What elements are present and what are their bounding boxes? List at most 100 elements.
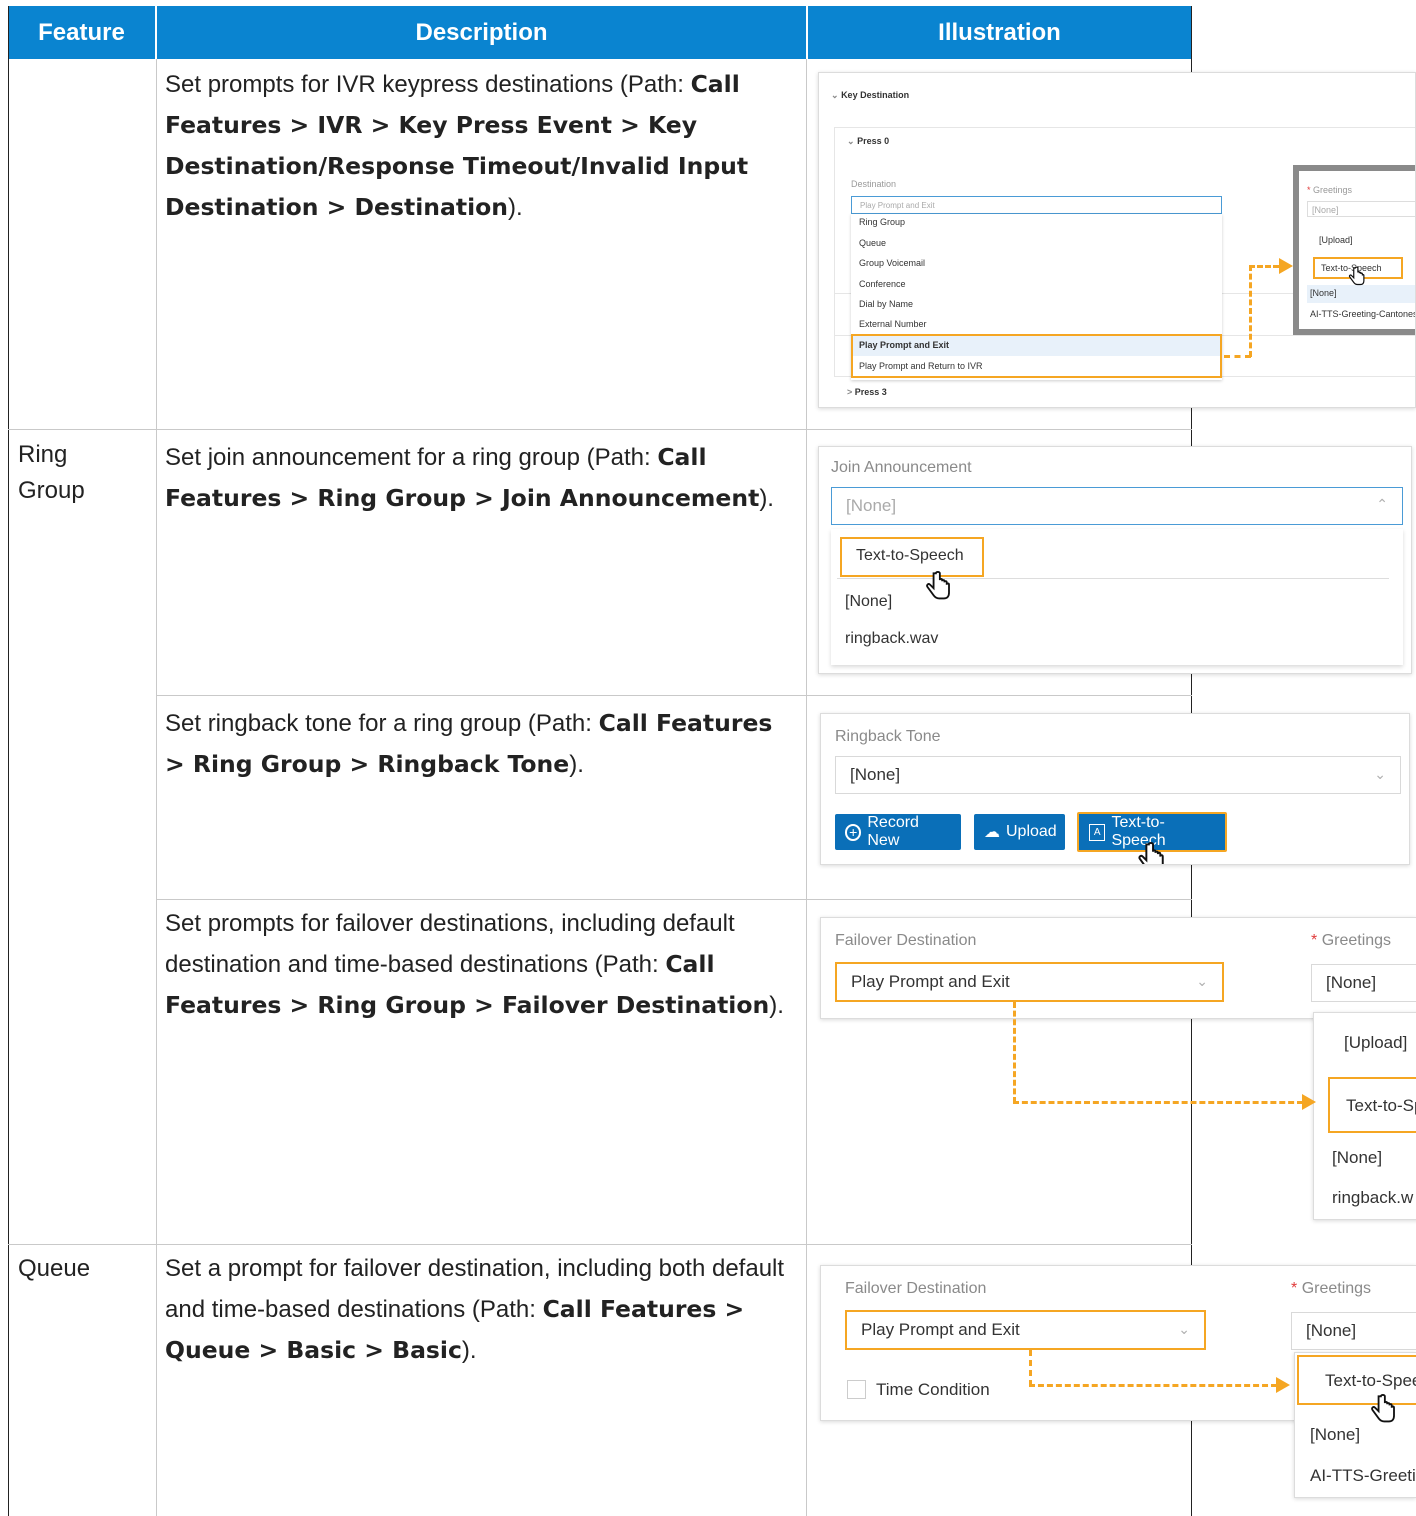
- row-divider-1: [8, 429, 1192, 430]
- dropdown-option[interactable]: Group Voicemail: [859, 258, 925, 268]
- greetings-select[interactable]: [None]: [1311, 964, 1416, 1002]
- arrow-right-icon: [1279, 258, 1293, 274]
- dropdown-option[interactable]: Dial by Name: [859, 299, 913, 309]
- greetings-label: * Greetings: [1307, 185, 1353, 195]
- desc-text: ).: [569, 751, 584, 778]
- desc-text: Set prompts for failover destinations, i…: [165, 910, 735, 978]
- dropdown-option-selected[interactable]: Play Prompt and Exit Play Prompt and Ret…: [851, 334, 1222, 378]
- hand-cursor-icon: [926, 571, 950, 600]
- description-ringback-tone: Set ringback tone for a ring group (Path…: [165, 703, 790, 785]
- greetings-select[interactable]: [None]: [1307, 201, 1415, 217]
- feature-ring-group: Ring Group: [18, 441, 85, 504]
- option-none[interactable]: [None]: [1310, 1425, 1360, 1445]
- translate-icon: A: [1089, 823, 1106, 841]
- press3-label: Press 3: [854, 387, 887, 397]
- record-new-button[interactable]: + Record New: [835, 814, 961, 850]
- time-condition-label: Time Condition: [876, 1380, 990, 1399]
- feature-queue: Queue: [18, 1255, 91, 1282]
- greetings-value: [None]: [1312, 205, 1339, 215]
- destination-value: Play Prompt and Exit: [860, 201, 935, 210]
- failover-destination-label: Failover Destination: [845, 1280, 987, 1297]
- rg-greetings-dropdown: [Upload] Text-to-Sp [None] ringback.w: [1313, 1012, 1416, 1220]
- table-left-border: [8, 6, 9, 1516]
- option-upload[interactable]: [Upload]: [1344, 1033, 1407, 1053]
- failover-destination-value: Play Prompt and Exit: [851, 972, 1010, 991]
- column-divider-1: [156, 59, 157, 1516]
- dropdown-option[interactable]: External Number: [859, 319, 927, 329]
- chevron-down-icon: ⌄: [831, 90, 839, 100]
- press0-label: Press 0: [857, 136, 890, 146]
- ringback-tone-value: [None]: [850, 765, 901, 784]
- chevron-down-icon: ⌄: [1178, 1321, 1190, 1337]
- failover-destination-label: Failover Destination: [835, 932, 977, 949]
- failover-destination-select[interactable]: Play Prompt and Exit ⌄: [835, 962, 1224, 1002]
- description-rg-failover: Set prompts for failover destinations, i…: [165, 904, 790, 1026]
- join-announcement-value: [None]: [846, 496, 897, 515]
- join-announcement-select[interactable]: [None] ⌃: [831, 487, 1403, 525]
- desc-text: Set prompts for IVR keypress destination…: [165, 71, 691, 98]
- dropdown-option[interactable]: Queue: [859, 238, 886, 248]
- row-divider-2: [157, 695, 1192, 696]
- connector-line: [1224, 355, 1251, 358]
- desc-text: ).: [461, 1337, 477, 1364]
- ivr-illustration: ⌄ Key Destination ⌄ Press 0 Destination …: [818, 72, 1416, 408]
- header-description: Description: [157, 6, 806, 59]
- rg-failover-illustration: Failover Destination Play Prompt and Exi…: [820, 917, 1416, 1019]
- queue-greetings-dropdown: Text-to-Spee [None] AI-TTS-Greeti: [1294, 1352, 1416, 1498]
- option-text-to-speech[interactable]: Text-to-Spee: [1297, 1355, 1416, 1405]
- option-upload[interactable]: [Upload]: [1319, 235, 1353, 245]
- option-none[interactable]: [None]: [1332, 1148, 1382, 1168]
- option-ai-tts[interactable]: AI-TTS-Greeti: [1310, 1466, 1416, 1486]
- chevron-down-icon: ⌄: [1196, 973, 1208, 989]
- plus-circle-icon: +: [845, 823, 862, 841]
- header-feature: Feature: [8, 6, 155, 59]
- desc-text: ).: [759, 485, 774, 512]
- option-none[interactable]: [None]: [845, 593, 892, 611]
- option-ringback[interactable]: ringback.w: [1332, 1188, 1413, 1208]
- dropdown-option[interactable]: Ring Group: [859, 217, 905, 227]
- header-illustration: Illustration: [808, 6, 1191, 59]
- greetings-label: * Greetings: [1311, 932, 1392, 949]
- destination-label: Destination: [851, 179, 897, 189]
- cloud-upload-icon: ☁: [984, 824, 1000, 841]
- greetings-value: [None]: [1306, 1321, 1357, 1340]
- greetings-label: * Greetings: [1291, 1280, 1372, 1297]
- connector-line: [1249, 265, 1252, 357]
- option-ai-tts[interactable]: AI-TTS-Greeting-Cantonese: [1310, 309, 1415, 319]
- failover-destination-value: Play Prompt and Exit: [861, 1320, 1020, 1339]
- row-divider-3: [157, 899, 1192, 900]
- press0-header[interactable]: ⌄ Press 0: [847, 136, 889, 147]
- ivr-section-title: Key Destination: [841, 90, 910, 100]
- connector-line: [1029, 1350, 1032, 1386]
- description-ivr: Set prompts for IVR keypress destination…: [165, 64, 790, 228]
- press3-header[interactable]: > Press 3: [847, 387, 887, 397]
- upload-button[interactable]: ☁ Upload: [974, 814, 1065, 850]
- option-play-prompt-return: Play Prompt and Return to IVR: [859, 361, 983, 371]
- desc-text: ).: [508, 194, 523, 221]
- option-ringback[interactable]: ringback.wav: [845, 630, 938, 648]
- option-text-to-speech[interactable]: Text-to-Speech: [840, 537, 984, 577]
- ivr-section-header[interactable]: ⌄ Key Destination: [831, 90, 909, 101]
- connector-line: [1029, 1384, 1277, 1387]
- destination-select[interactable]: Play Prompt and Exit: [851, 196, 1222, 214]
- hand-cursor-icon: [1348, 266, 1365, 286]
- time-condition-checkbox[interactable]: [847, 1380, 866, 1399]
- desc-text: ).: [769, 992, 784, 1019]
- dropdown-divider: [837, 578, 1389, 579]
- join-announcement-illustration: Join Announcement [None] ⌃ Text-to-Speec…: [818, 446, 1412, 674]
- join-announcement-dropdown: Text-to-Speech [None] ringback.wav: [831, 529, 1403, 665]
- upload-label: Upload: [1006, 823, 1057, 840]
- ringback-tone-label: Ringback Tone: [835, 728, 941, 745]
- hand-cursor-icon: [1138, 842, 1164, 864]
- ringback-tone-select[interactable]: [None] ⌄: [835, 756, 1401, 794]
- failover-destination-select[interactable]: Play Prompt and Exit ⌄: [845, 1310, 1206, 1350]
- hand-cursor-icon: [1371, 1394, 1395, 1423]
- dropdown-option[interactable]: Conference: [859, 279, 906, 289]
- arrow-right-icon: [1276, 1377, 1290, 1393]
- connector-line: [1013, 1002, 1016, 1103]
- chevron-down-icon: ⌄: [1374, 766, 1386, 782]
- description-queue-failover: Set a prompt for failover destination, i…: [165, 1249, 790, 1371]
- column-divider-2: [806, 59, 807, 1516]
- greetings-select[interactable]: [None]: [1291, 1312, 1416, 1350]
- option-text-to-speech[interactable]: Text-to-Sp: [1328, 1077, 1416, 1133]
